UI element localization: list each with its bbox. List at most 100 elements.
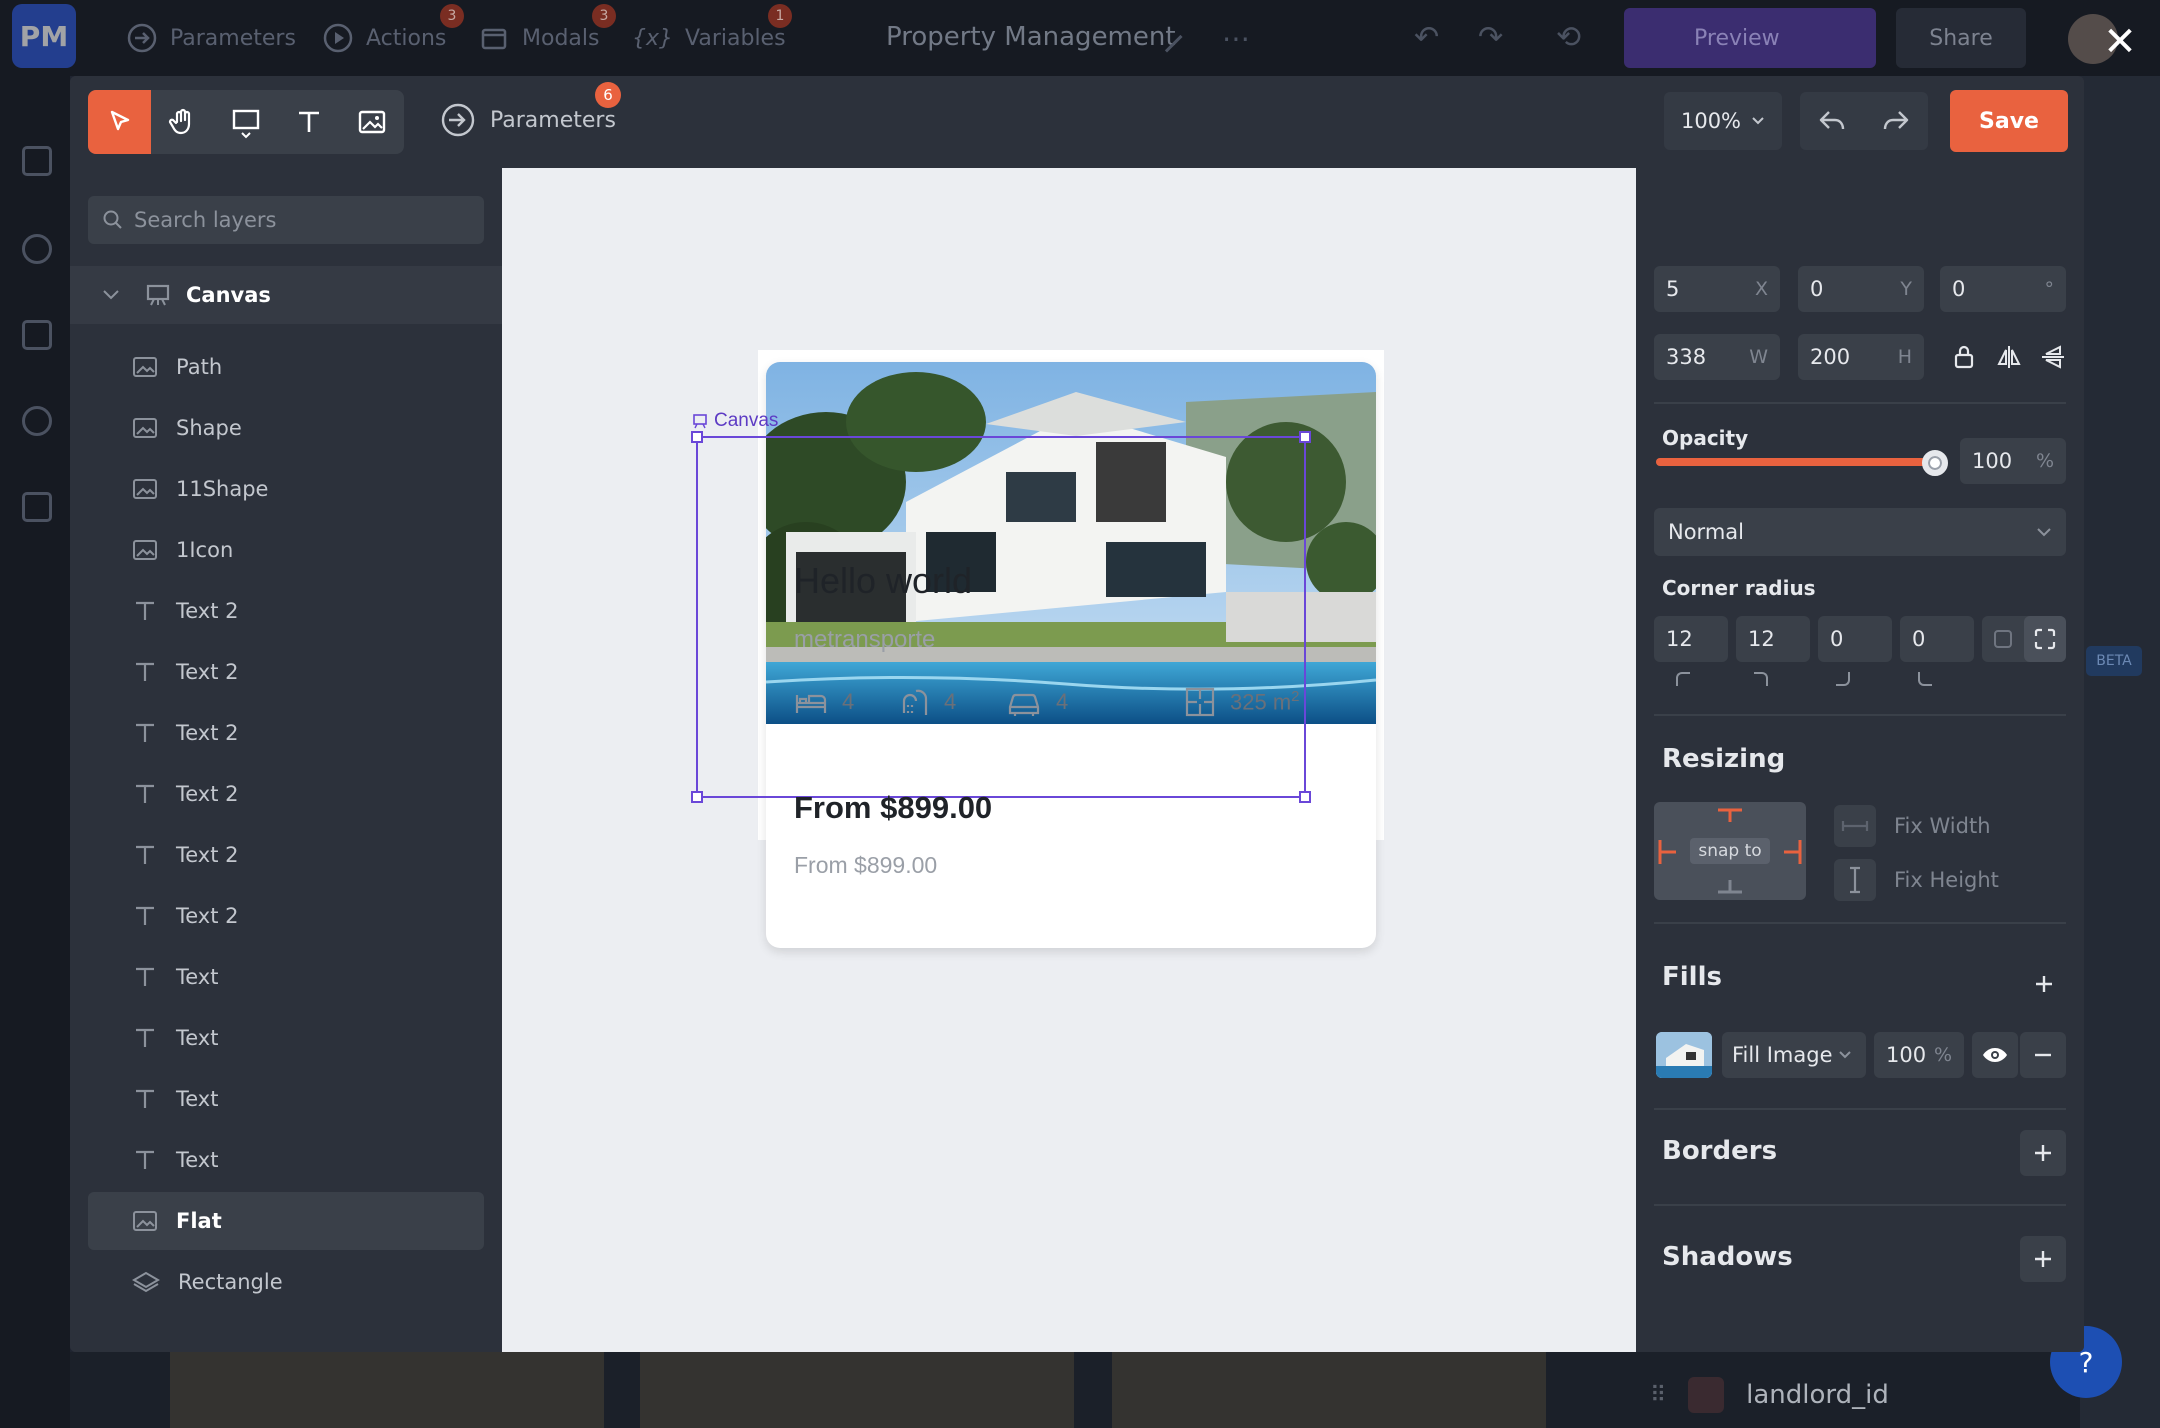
layer-label: Text [176, 1087, 219, 1111]
text-tool[interactable] [278, 90, 341, 154]
database-icon[interactable] [22, 234, 52, 264]
redo-button[interactable] [1864, 92, 1928, 150]
opacity-slider[interactable] [1636, 258, 2084, 476]
corner-radius-bottom-left[interactable]: 0 [1900, 616, 1974, 662]
fill-opacity-field[interactable]: 100 % [1874, 1032, 1964, 1078]
layer-item[interactable]: Text [88, 1070, 484, 1128]
height-arrows-icon [1850, 866, 1860, 894]
layer-item[interactable]: Rectangle [88, 1253, 484, 1311]
history-group [1800, 92, 1928, 150]
layer-item[interactable]: Path [88, 338, 484, 396]
preview-dropdown[interactable] [1818, 8, 1876, 68]
rectangle-tool[interactable] [214, 90, 277, 154]
select-tool[interactable] [88, 90, 152, 154]
users-icon[interactable] [22, 406, 52, 436]
workflow-icon[interactable] [22, 492, 52, 522]
resize-handle[interactable] [1299, 431, 1311, 443]
fills-heading: Fills [1662, 962, 1722, 992]
layer-item[interactable]: 1Icon [88, 521, 484, 579]
selection-label-text: Canvas [714, 410, 779, 431]
search-input[interactable] [134, 208, 464, 232]
snap-constraints[interactable]: snap to [1654, 802, 1806, 900]
add-shadow-button[interactable] [2020, 1236, 2066, 1282]
parameters-label: Parameters [490, 107, 616, 133]
pages-icon[interactable] [22, 320, 52, 350]
chevron-down-icon[interactable] [102, 289, 120, 301]
layer-item[interactable]: Text [88, 1009, 484, 1067]
lock-ratio-button[interactable] [1952, 344, 1976, 370]
parameters-button[interactable]: Parameters [440, 98, 616, 142]
layer-item[interactable]: Text 2 [88, 643, 484, 701]
preview-button[interactable]: Preview [1624, 8, 1834, 68]
design-icon[interactable] [22, 146, 52, 176]
canvas-area[interactable]: Canvas Hello world metransporte 4 4 4 32… [502, 168, 1636, 1352]
undo-icon[interactable]: ↶ [1414, 20, 1439, 55]
card-title: Hello world [794, 560, 973, 601]
layer-item[interactable]: Text [88, 948, 484, 1006]
history-icon[interactable]: ⟲ [1556, 20, 1581, 55]
blend-mode-select[interactable]: Normal [1654, 508, 2066, 556]
toggle-fill-visibility[interactable] [1972, 1032, 2018, 1078]
layer-item[interactable]: Text 2 [88, 582, 484, 640]
save-button[interactable]: Save [1950, 90, 2068, 152]
tab-modals[interactable]: Modals 3 [478, 4, 616, 58]
layer-item[interactable]: Text 2 [88, 887, 484, 945]
add-fill-button[interactable] [2022, 962, 2066, 1006]
layer-item[interactable]: Text 2 [88, 826, 484, 884]
search-layers[interactable] [88, 196, 484, 244]
close-icon[interactable]: ✕ [2098, 19, 2142, 65]
opacity-field[interactable]: 100 % [1960, 438, 2066, 484]
layer-label: 1Icon [176, 538, 234, 562]
selection-box[interactable] [691, 431, 1311, 803]
drag-handle-icon[interactable]: ⠿ [1650, 1383, 1666, 1408]
tab-badge: 3 [592, 4, 616, 28]
slider-knob[interactable] [1922, 450, 1948, 476]
resize-handle[interactable] [691, 791, 703, 803]
layer-item[interactable]: Text 2 [88, 704, 484, 762]
share-button[interactable]: Share [1896, 8, 2026, 68]
flip-horizontal-button[interactable] [1996, 344, 2022, 370]
undo-button[interactable] [1800, 92, 1864, 150]
fix-width-option[interactable]: Fix Width [1834, 804, 1991, 848]
fill-image-thumbnail[interactable] [1656, 1032, 1712, 1078]
resize-handle[interactable] [1299, 791, 1311, 803]
corner-radius-top-left[interactable]: 12 [1654, 616, 1728, 662]
layer-item[interactable]: Shape [88, 399, 484, 457]
flip-vertical-button[interactable] [2040, 344, 2066, 370]
fill-type-select[interactable]: Fill Image [1722, 1032, 1866, 1078]
layer-label: Text [176, 1026, 219, 1050]
height-field[interactable]: 200 H [1798, 334, 1924, 380]
layer-root-canvas[interactable]: Canvas [70, 266, 502, 324]
image-tool[interactable] [341, 90, 404, 154]
corner-radius-top-right[interactable]: 12 [1736, 616, 1810, 662]
width-field[interactable]: 338 W [1654, 334, 1780, 380]
tab-actions[interactable]: Actions 3 [322, 4, 464, 58]
field-row[interactable]: ⠿ landlord_id [1650, 1372, 1889, 1418]
divider [1654, 1108, 2066, 1110]
layer-item[interactable]: 11Shape [88, 460, 484, 518]
remove-fill-button[interactable] [2020, 1032, 2066, 1078]
tab-parameters[interactable]: Parameters [126, 18, 296, 58]
redo-icon[interactable]: ↷ [1478, 20, 1503, 55]
opacity-unit: % [2035, 450, 2054, 472]
tool-group [88, 90, 404, 154]
individual-radius-button[interactable] [2024, 616, 2066, 662]
tab-label: Actions [366, 25, 447, 51]
corner-radius-bottom-right[interactable]: 0 [1818, 616, 1892, 662]
plus-icon [2035, 1251, 2051, 1267]
uniform-radius-button[interactable] [1982, 616, 2024, 662]
layer-item[interactable]: Text [88, 1131, 484, 1189]
tab-variables[interactable]: {x} Variables 1 [632, 4, 792, 58]
layer-item[interactable]: Text 2 [88, 765, 484, 823]
fix-height-option[interactable]: Fix Height [1834, 858, 1999, 902]
layer-item[interactable]: Flat [88, 1192, 484, 1250]
zoom-select[interactable]: 100% [1664, 92, 1782, 150]
resize-handle[interactable] [691, 431, 703, 443]
fix-width-label: Fix Width [1894, 814, 1991, 838]
fill-opacity-unit: % [1933, 1044, 1952, 1066]
add-border-button[interactable] [2020, 1130, 2066, 1176]
opacity-label: Opacity [1662, 426, 1749, 450]
more-icon[interactable]: ⋯ [1222, 22, 1250, 55]
hand-tool[interactable] [151, 90, 214, 154]
lock-icon [1954, 345, 1974, 369]
